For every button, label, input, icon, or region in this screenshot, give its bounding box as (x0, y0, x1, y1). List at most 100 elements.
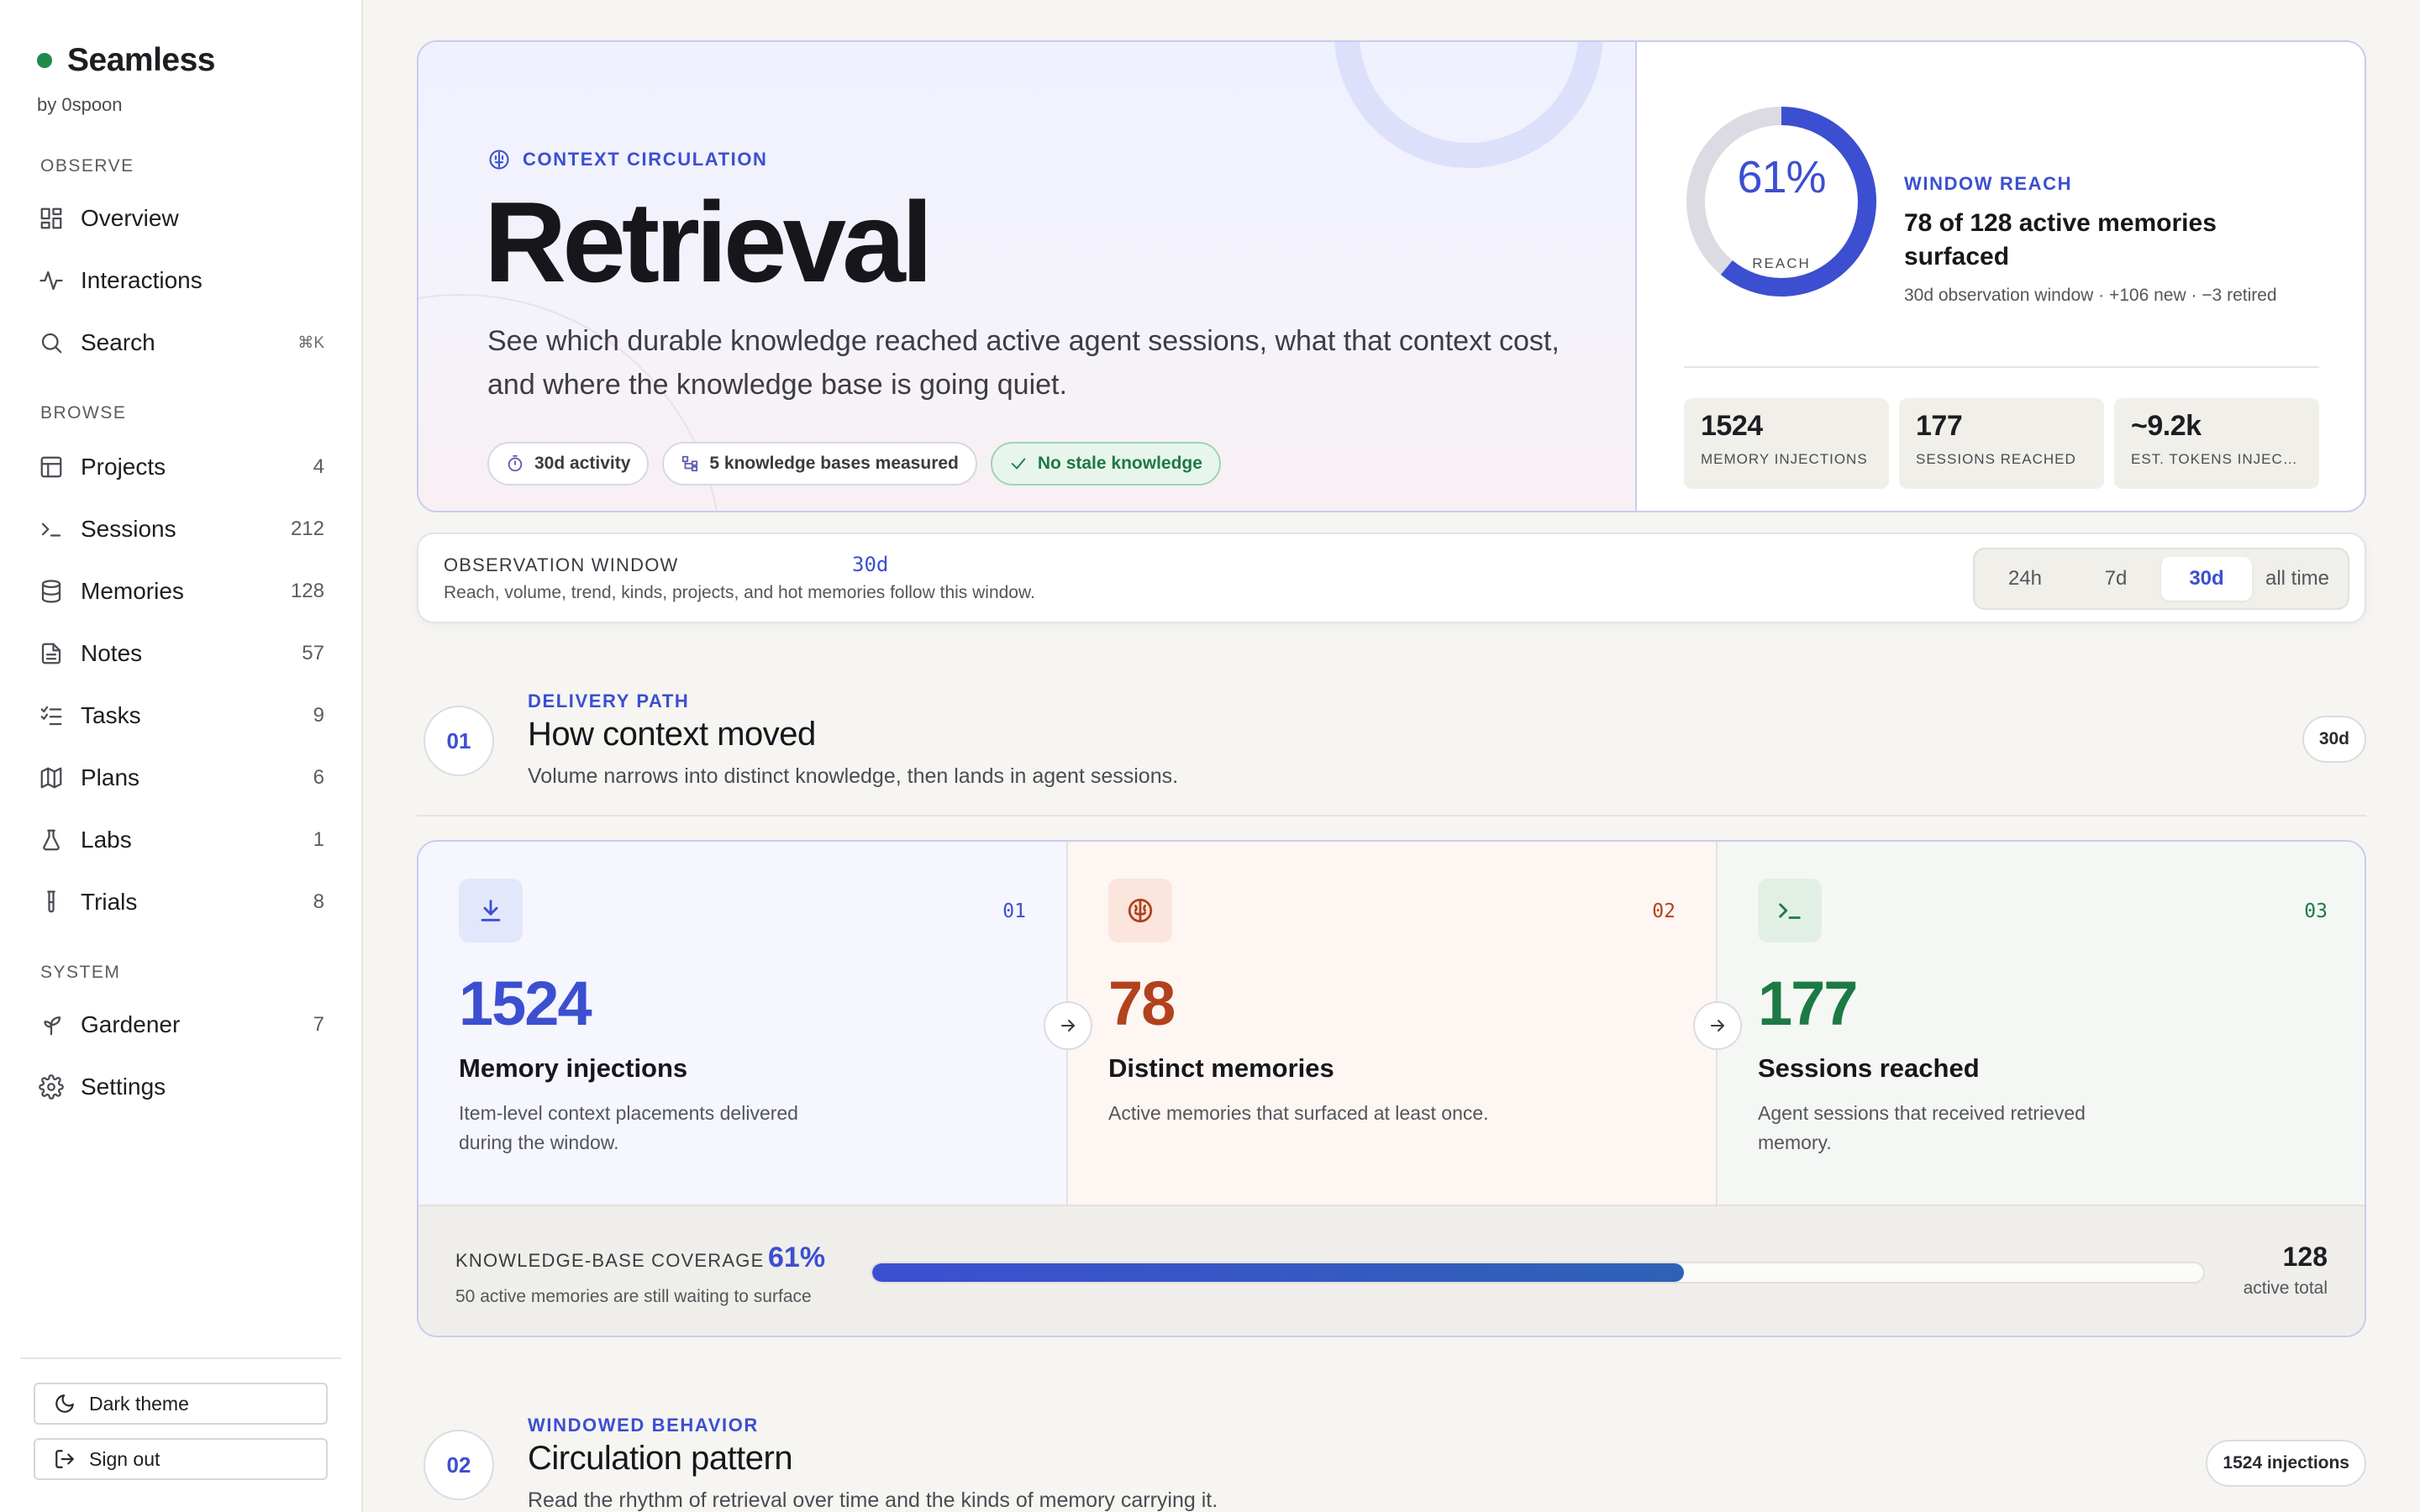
terminal-icon (1779, 903, 1801, 919)
sidebar-item-label: Projects (81, 454, 166, 480)
dark-theme-button[interactable]: Dark theme (34, 1383, 328, 1425)
section-eyebrow: WINDOWED BEHAVIOR (528, 1415, 759, 1436)
observation-subtitle: Reach, volume, trend, kinds, projects, a… (444, 583, 1035, 602)
stage-title: Memory injections (459, 1053, 688, 1083)
stage-value: 78 (1108, 969, 1176, 1038)
sidebar-item-sessions[interactable]: Sessions 212 (24, 504, 339, 554)
stage-title: Sessions reached (1758, 1053, 1980, 1083)
flask-icon (43, 829, 60, 851)
coverage-progress-bar (871, 1262, 2205, 1284)
activity-chip: 30d activity (487, 442, 650, 486)
brand-byline: by 0spoon (37, 94, 123, 115)
observation-value: 30d (852, 553, 889, 576)
database-icon (41, 580, 61, 603)
arrow-right-icon (1044, 1001, 1092, 1050)
coverage-percent: 61% (768, 1242, 826, 1273)
sidebar-item-search[interactable]: Search ⌘K (24, 318, 339, 368)
section-eyebrow: DELIVERY PATH (528, 690, 690, 711)
window-option-30d[interactable]: 30d (2161, 557, 2252, 601)
sidebar-item-label: Settings (81, 1074, 166, 1100)
stage-number: 02 (1652, 900, 1676, 922)
window-option-all-time[interactable]: all time (2252, 557, 2343, 601)
sidebar-item-interactions[interactable]: Interactions (24, 255, 339, 306)
stat-tokens-injected: ~9.2k EST. TOKENS INJECTED (2114, 398, 2319, 489)
hero-intro: CONTEXT CIRCULATION Retrieval See which … (418, 42, 1637, 511)
page-description: See which durable knowledge reached acti… (487, 325, 1560, 401)
stage-title: Distinct memories (1108, 1053, 1334, 1083)
status-dot (37, 53, 52, 68)
stage-icon-box (1758, 879, 1822, 942)
coverage-total: 128 (2282, 1242, 2328, 1272)
sign-out-button[interactable]: Sign out (34, 1438, 328, 1480)
stage-value: 1524 (459, 969, 592, 1038)
coverage-subtitle: 50 active memories are still waiting to … (455, 1287, 812, 1306)
delivery-path-card: 01 1524 Memory injections Item-level con… (417, 840, 2366, 1337)
sidebar-item-labs[interactable]: Labs 1 (24, 815, 339, 865)
activity-chip-label: 30d activity (534, 454, 631, 473)
sign-out-icon (55, 1450, 74, 1468)
stage-number: 01 (1002, 900, 1026, 922)
bases-chip: 5 knowledge bases measured (662, 442, 977, 486)
sidebar-item-label: Memories (81, 578, 184, 604)
item-count: 6 (313, 766, 324, 789)
section-label-observe: OBSERVE (40, 156, 134, 176)
sidebar-item-label: Sessions (81, 516, 176, 542)
section-number: 01 (424, 706, 494, 776)
sidebar-item-label: Labs (81, 827, 132, 853)
coverage-label: KNOWLEDGE-BASE COVERAGE (455, 1250, 765, 1271)
item-count: 212 (290, 517, 324, 540)
hierarchy-icon (682, 455, 698, 472)
item-count: 7 (313, 1013, 324, 1036)
stage-icon-box (459, 879, 523, 942)
search-icon (41, 333, 62, 354)
stage-sessions-reached: 03 177 Sessions reached Agent sessions t… (1718, 842, 2365, 1205)
arrow-right-icon (1693, 1001, 1742, 1050)
hero-eyebrow: CONTEXT CIRCULATION (487, 148, 768, 171)
sidebar-item-gardener[interactable]: Gardener 7 (24, 1000, 339, 1050)
sidebar-item-trials[interactable]: Trials 8 (24, 877, 339, 927)
sidebar-item-plans[interactable]: Plans 6 (24, 753, 339, 803)
stat-label: MEMORY INJECTIONS (1701, 451, 1868, 467)
section-label-system: SYSTEM (40, 963, 121, 982)
section-title: Circulation pattern (528, 1440, 793, 1477)
coverage-total-label: active total (2243, 1278, 2328, 1298)
decorative-ring (1334, 42, 1603, 168)
window-reach-panel: 61% REACH WINDOW REACH 78 of 128 active … (1639, 42, 2365, 511)
reach-subtitle: 30d observation window · +106 new · −3 r… (1904, 286, 2277, 305)
divider (417, 815, 2366, 816)
stage-description: Active memories that surfaced at least o… (1108, 1102, 1489, 1124)
window-option-7d[interactable]: 7d (2070, 557, 2161, 601)
section-number: 02 (424, 1430, 494, 1500)
reach-caption: REACH (1752, 255, 1811, 271)
sidebar-item-label: Interactions (81, 267, 203, 293)
stage-description: Item-level context placements delivered … (459, 1102, 798, 1153)
sidebar-item-label: Gardener (81, 1011, 181, 1037)
window-selector: 24h 7d 30d all time (1973, 548, 2349, 610)
item-count: 8 (313, 890, 324, 913)
window-option-24h[interactable]: 24h (1980, 557, 2070, 601)
sidebar-item-tasks[interactable]: Tasks 9 (24, 690, 339, 741)
item-count: 128 (290, 580, 324, 602)
stage-distinct-memories: 02 78 Distinct memories Active memories … (1068, 842, 1718, 1205)
brain-icon (489, 150, 509, 170)
divider (1684, 366, 2319, 368)
check-icon (1011, 458, 1026, 470)
sidebar-item-memories[interactable]: Memories 128 (24, 566, 339, 617)
moon-icon (55, 1394, 74, 1413)
brand[interactable]: Seamless (37, 42, 215, 79)
checklist-icon (40, 706, 62, 726)
sidebar-item-overview[interactable]: Overview (24, 193, 339, 244)
observation-label: OBSERVATION WINDOW (444, 554, 679, 575)
item-count: 9 (313, 704, 324, 727)
hero-eyebrow-label: CONTEXT CIRCULATION (523, 149, 768, 170)
reach-title: 78 of 128 active memories surfaced (1904, 209, 2217, 270)
stage-memory-injections: 01 1524 Memory injections Item-level con… (418, 842, 1068, 1205)
sidebar-item-label: Notes (81, 640, 143, 666)
gear-icon (39, 1074, 64, 1100)
sidebar-item-projects[interactable]: Projects 4 (24, 442, 339, 492)
observation-window-bar: OBSERVATION WINDOW 30d Reach, volume, tr… (417, 533, 2366, 623)
item-count: 57 (302, 642, 324, 664)
timer-icon (508, 454, 523, 472)
sidebar-item-notes[interactable]: Notes 57 (24, 628, 339, 679)
sidebar-item-settings[interactable]: Settings (24, 1062, 339, 1112)
